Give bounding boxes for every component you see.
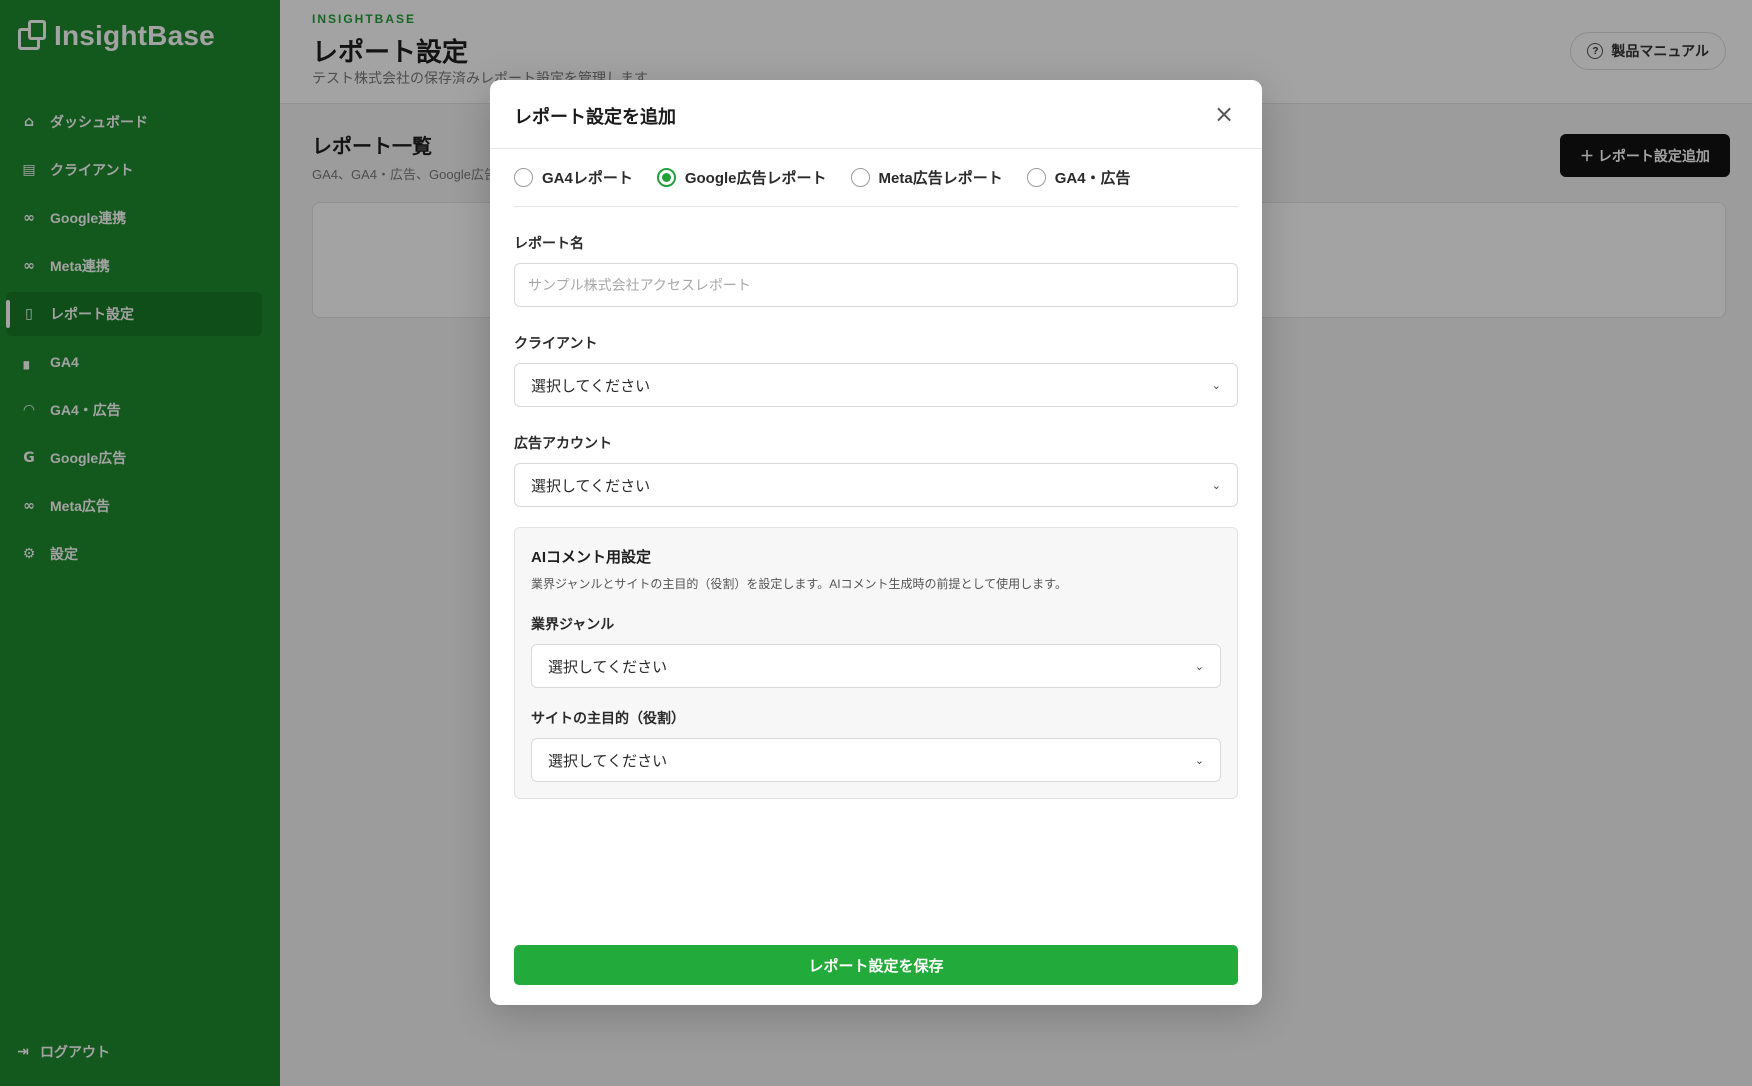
- radio-label: Google広告レポート: [684, 170, 827, 187]
- modal-title: レポート設定を追加: [514, 107, 676, 127]
- modal-body: GA4レポート Google広告レポート Meta広告レポート GA4・広告 レ…: [490, 149, 1262, 799]
- industry-field: 業界ジャンル 選択してください ⌄: [531, 614, 1221, 688]
- ad-account-label: 広告アカウント: [514, 435, 612, 451]
- chevron-down-icon: ⌄: [1194, 659, 1204, 673]
- save-report-setting-button[interactable]: レポート設定を保存: [514, 945, 1238, 985]
- industry-select-value: 選択してください: [548, 658, 668, 676]
- chevron-down-icon: ⌄: [1211, 378, 1221, 392]
- site-purpose-select[interactable]: 選択してください ⌄: [531, 738, 1221, 782]
- site-purpose-label: サイトの主目的（役割）: [531, 710, 685, 726]
- industry-select[interactable]: 選択してください ⌄: [531, 644, 1221, 688]
- chevron-down-icon: ⌄: [1194, 753, 1204, 767]
- client-select[interactable]: 選択してください ⌄: [514, 363, 1238, 407]
- ad-account-field: 広告アカウント 選択してください ⌄: [514, 433, 1238, 507]
- radio-button-checked[interactable]: [656, 168, 676, 187]
- ad-account-select[interactable]: 選択してください ⌄: [514, 463, 1238, 507]
- add-report-modal: レポート設定を追加 × GA4レポート Google広告レポート Meta広告レ…: [490, 80, 1262, 1005]
- client-select-value: 選択してください: [531, 377, 651, 395]
- radio-ga4-report[interactable]: GA4レポート: [514, 167, 633, 188]
- radio-button[interactable]: [514, 168, 533, 187]
- close-icon[interactable]: ×: [1210, 100, 1238, 128]
- report-name-input[interactable]: [514, 263, 1238, 307]
- ad-account-select-value: 選択してください: [531, 477, 651, 495]
- modal-header: レポート設定を追加 ×: [490, 80, 1262, 149]
- radio-label: GA4・広告: [1054, 170, 1131, 187]
- client-field: クライアント 選択してください ⌄: [514, 333, 1238, 407]
- radio-google-ads-report[interactable]: Google広告レポート: [656, 167, 827, 188]
- radio-label: GA4レポート: [542, 170, 633, 187]
- client-label: クライアント: [514, 335, 598, 351]
- radio-button[interactable]: [850, 168, 870, 187]
- site-purpose-field: サイトの主目的（役割） 選択してください ⌄: [531, 708, 1221, 782]
- radio-label: Meta広告レポート: [878, 170, 1003, 187]
- report-name-label: レポート名: [514, 235, 584, 251]
- site-purpose-select-value: 選択してください: [548, 752, 668, 770]
- radio-button[interactable]: [1026, 168, 1046, 187]
- report-name-field: レポート名: [514, 233, 1238, 307]
- radio-ga4-ads[interactable]: GA4・広告: [1026, 167, 1131, 188]
- radio-meta-ads-report[interactable]: Meta広告レポート: [850, 167, 1003, 188]
- report-type-radio-group: GA4レポート Google広告レポート Meta広告レポート GA4・広告: [514, 149, 1238, 207]
- ai-settings-title: AIコメント用設定: [531, 549, 652, 566]
- ai-comment-settings: AIコメント用設定 業界ジャンルとサイトの主目的（役割）を設定します。AIコメン…: [514, 527, 1238, 799]
- industry-label: 業界ジャンル: [531, 616, 615, 632]
- chevron-down-icon: ⌄: [1211, 478, 1221, 492]
- ai-settings-description: 業界ジャンルとサイトの主目的（役割）を設定します。AIコメント生成時の前提として…: [531, 577, 1067, 591]
